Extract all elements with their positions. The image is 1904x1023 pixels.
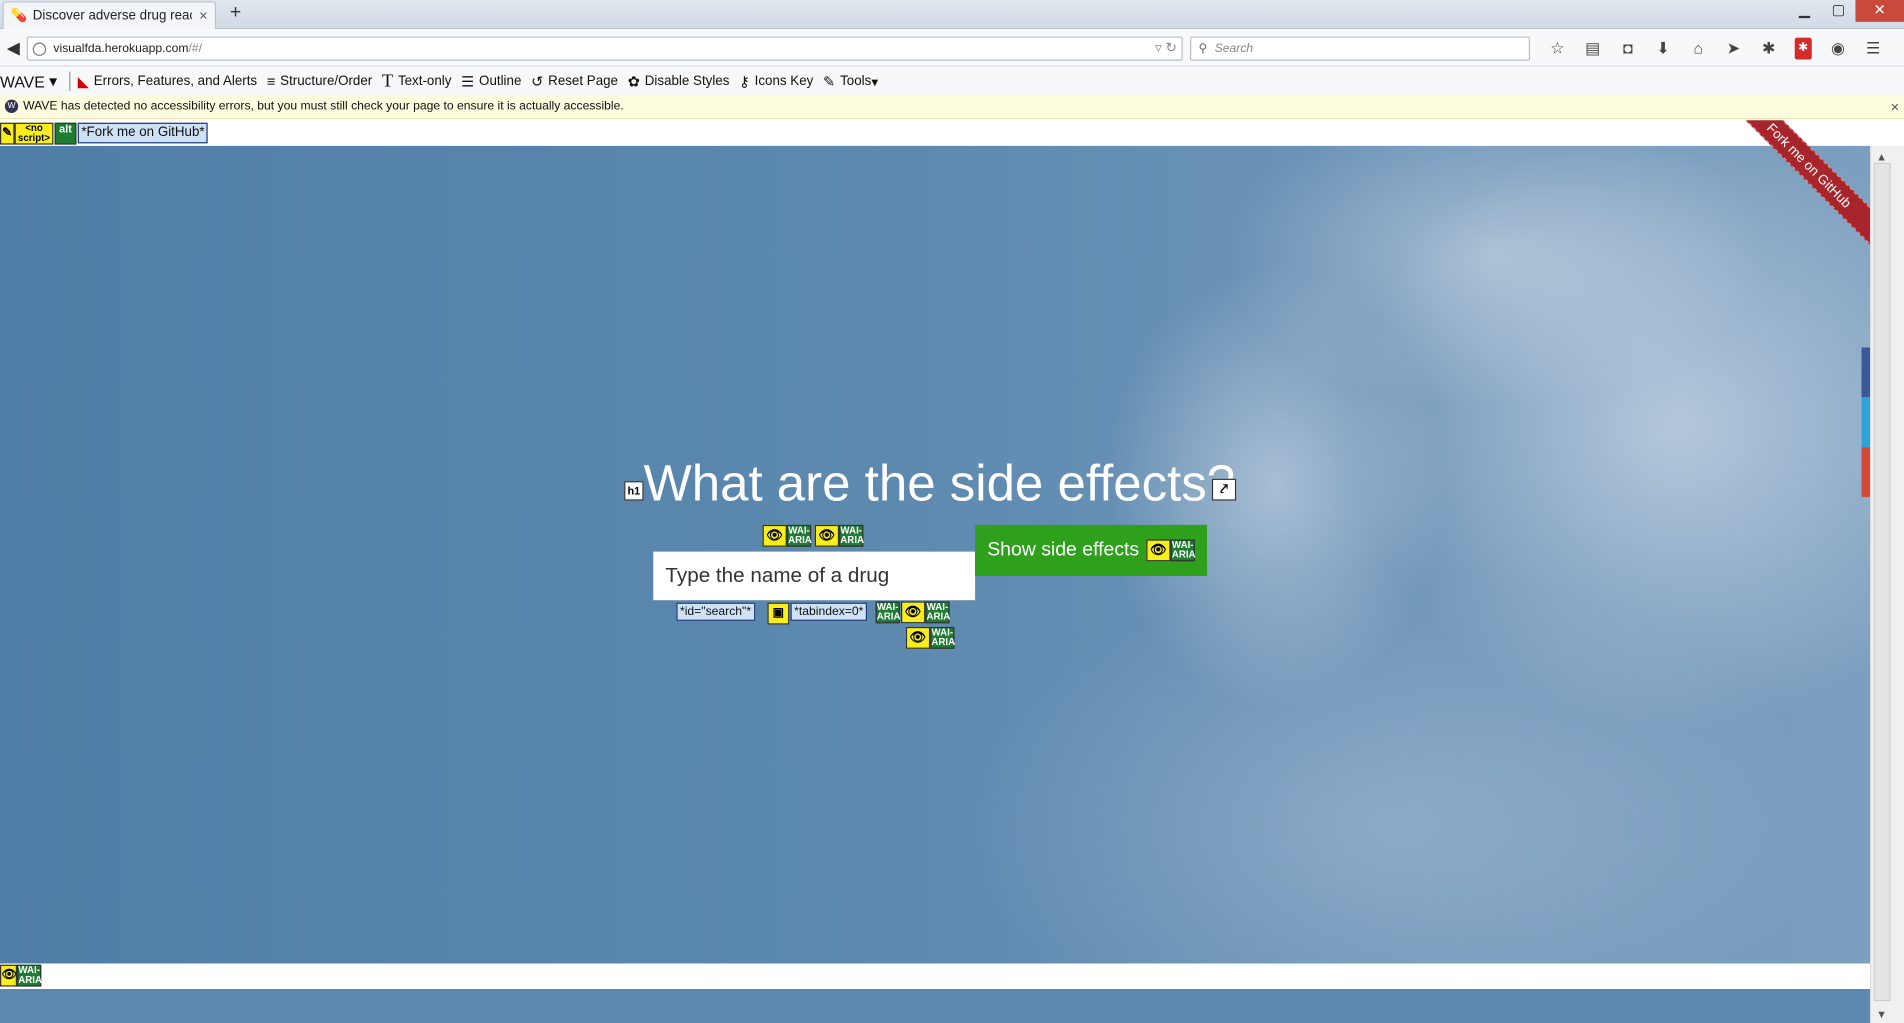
wave-icon-strip — [0, 120, 1904, 146]
search-placeholder: Search — [1214, 41, 1254, 56]
github-ribbon-container: Fork me on GitHub — [1736, 120, 1871, 254]
pocket-icon[interactable]: ◘ — [1610, 38, 1645, 60]
wave-toolbar: WAVE ▾ ◣ Errors, Features, and Alerts ≡ St… — [0, 68, 1904, 95]
outline[interactable]: ☰ Outline — [461, 73, 521, 90]
hero-section: h1 What are the side effects? ⤤ 👁 WAI-AR… — [0, 145, 1871, 964]
footer-strip — [0, 963, 1871, 990]
scroll-down-icon[interactable]: ▼ — [1876, 1008, 1888, 1020]
outline-label: Outline — [479, 74, 522, 89]
reset-icon: ↺ — [531, 72, 544, 90]
page-title: What are the side effects? — [643, 454, 1236, 512]
reset-label: Reset Page — [548, 74, 618, 89]
globe-icon — [32, 41, 47, 56]
aria-eye-icon: 👁 — [901, 601, 926, 624]
label-icon: ▣ — [767, 602, 790, 625]
structure-order[interactable]: ≡ Structure/Order — [267, 73, 372, 90]
wai-aria-icon: WAI-ARIA — [925, 601, 951, 624]
wai-aria-icon: WAI-ARIA — [875, 601, 901, 624]
fork-me-ribbon[interactable]: Fork me on GitHub — [1736, 120, 1871, 253]
tools[interactable]: ✎ Tools ▾ — [823, 73, 878, 90]
tab-active[interactable]: 💊 Discover adverse drug reac... × — [2, 1, 217, 30]
addon-red-icon[interactable]: ✱ — [1794, 37, 1812, 60]
wai-aria-icon: WAI-ARIA — [17, 964, 42, 987]
close-notice-icon[interactable]: × — [1891, 98, 1900, 115]
flag-icon: ◣ — [77, 72, 89, 90]
drug-search-input[interactable] — [653, 551, 976, 601]
wai-aria-icon: WAI-ARIA — [786, 524, 812, 547]
alt-icon: alt — [54, 122, 77, 145]
wrench-icon: ✎ — [823, 72, 836, 90]
wai-aria-icon: WAI-ARIA — [1170, 539, 1196, 562]
h1-icon: h1 — [624, 481, 644, 501]
chat-icon[interactable]: ◉ — [1820, 38, 1855, 60]
icons-key-label: Icons Key — [754, 74, 814, 89]
structure-icon: ≡ — [266, 72, 276, 90]
reading-list-icon[interactable]: ▤ — [1575, 38, 1610, 60]
aria-eye-icon: 👁 — [905, 626, 931, 649]
errors-features-alerts[interactable]: ◣ Errors, Features, and Alerts — [78, 73, 257, 90]
id-search-tag: *id="search"* — [676, 602, 755, 621]
wave-icon: W — [4, 99, 19, 113]
aria-eye-icon: 👁 — [1146, 539, 1171, 562]
scroll-thumb[interactable] — [1873, 162, 1891, 1002]
tabindex-tag: *tabindex=0* — [790, 602, 868, 621]
reset-page[interactable]: ↺ Reset Page — [531, 73, 618, 90]
tab-title: Discover adverse drug reac... — [32, 8, 192, 24]
text-only-label: Text-only — [397, 74, 452, 89]
text-icon: T — [381, 71, 394, 91]
palette-icon: ✿ — [627, 72, 640, 90]
tab-strip: 💊 Discover adverse drug reac... × + ▁ ▢ … — [0, 0, 1904, 30]
minimize-button[interactable]: ▁ — [1787, 0, 1821, 22]
pill-icon: 💊 — [10, 8, 28, 24]
divider — [69, 71, 71, 92]
pencil-icon: ✎ — [0, 122, 15, 145]
back-button[interactable]: ◀ — [2, 36, 24, 58]
reload-icon[interactable]: ▿ ↻ — [1155, 40, 1177, 56]
wave-menu[interactable]: WAVE ▾ — [0, 72, 57, 91]
search-input[interactable]: ⚲ Search — [1190, 36, 1531, 61]
wave-logo: WAVE — [0, 72, 45, 91]
extension-icon[interactable]: ✱ — [1751, 38, 1786, 60]
wai-aria-icon: WAI-ARIA — [839, 524, 865, 547]
toolbar-icons: ☆ ▤ ◘ ⬇ ⌂ ➤ ✱ ✱ ◉ ☰ — [1540, 37, 1891, 60]
disable-styles-label: Disable Styles — [644, 74, 730, 89]
fork-me-tag: *Fork me on GitHub* — [77, 122, 209, 144]
close-tab-icon[interactable]: × — [199, 7, 208, 24]
vertical-scrollbar[interactable]: ▲ ▼ — [1870, 145, 1904, 1023]
new-tab-button[interactable]: + — [225, 2, 247, 24]
disable-styles[interactable]: ✿ Disable Styles — [628, 73, 730, 90]
close-window-button[interactable]: ✕ — [1855, 0, 1904, 22]
aria-eye-icon: 👁 — [762, 524, 787, 547]
navigation-bar: ◀ visualfda.herokuapp.com/#/ ▿ ↻ ⚲ Searc… — [0, 30, 1904, 67]
window-controls: ▁ ▢ ✕ — [1787, 0, 1904, 22]
noscript-icon: <no script> — [14, 122, 54, 145]
key-icon: ⚷ — [739, 72, 750, 90]
lower-background — [0, 989, 1871, 1023]
errors-label: Errors, Features, and Alerts — [93, 74, 258, 89]
address-bar[interactable]: visualfda.herokuapp.com/#/ ▿ ↻ — [26, 36, 1183, 61]
aria-eye-icon: 👁 — [0, 964, 18, 987]
maximize-button[interactable]: ▢ — [1821, 0, 1855, 22]
link-icon: ⤤ — [1211, 478, 1237, 501]
url-host: visualfda.herokuapp.com — [53, 41, 189, 56]
send-icon[interactable]: ➤ — [1716, 38, 1751, 60]
wai-aria-icon: WAI-ARIA — [930, 626, 956, 649]
wave-notice-bar: W WAVE has detected no accessibility err… — [0, 94, 1904, 120]
structure-label: Structure/Order — [280, 74, 373, 89]
bookmark-star-icon[interactable]: ☆ — [1540, 38, 1575, 60]
notice-text: WAVE has detected no accessibility error… — [23, 99, 624, 113]
url-path: /#/ — [188, 41, 202, 56]
aria-eye-icon: 👁 — [814, 524, 840, 547]
tools-label: Tools — [840, 74, 872, 89]
icons-key[interactable]: ⚷ Icons Key — [739, 73, 813, 90]
home-icon[interactable]: ⌂ — [1681, 38, 1716, 60]
browser-window: 💊 Discover adverse drug reac... × + ▁ ▢ … — [0, 0, 1904, 1023]
text-only[interactable]: T Text-only — [382, 71, 451, 92]
download-icon[interactable]: ⬇ — [1645, 38, 1680, 60]
search-icon: ⚲ — [1198, 41, 1208, 56]
menu-icon[interactable]: ☰ — [1855, 38, 1890, 60]
scroll-up-icon[interactable]: ▲ — [1876, 151, 1888, 163]
outline-icon: ☰ — [461, 72, 475, 90]
